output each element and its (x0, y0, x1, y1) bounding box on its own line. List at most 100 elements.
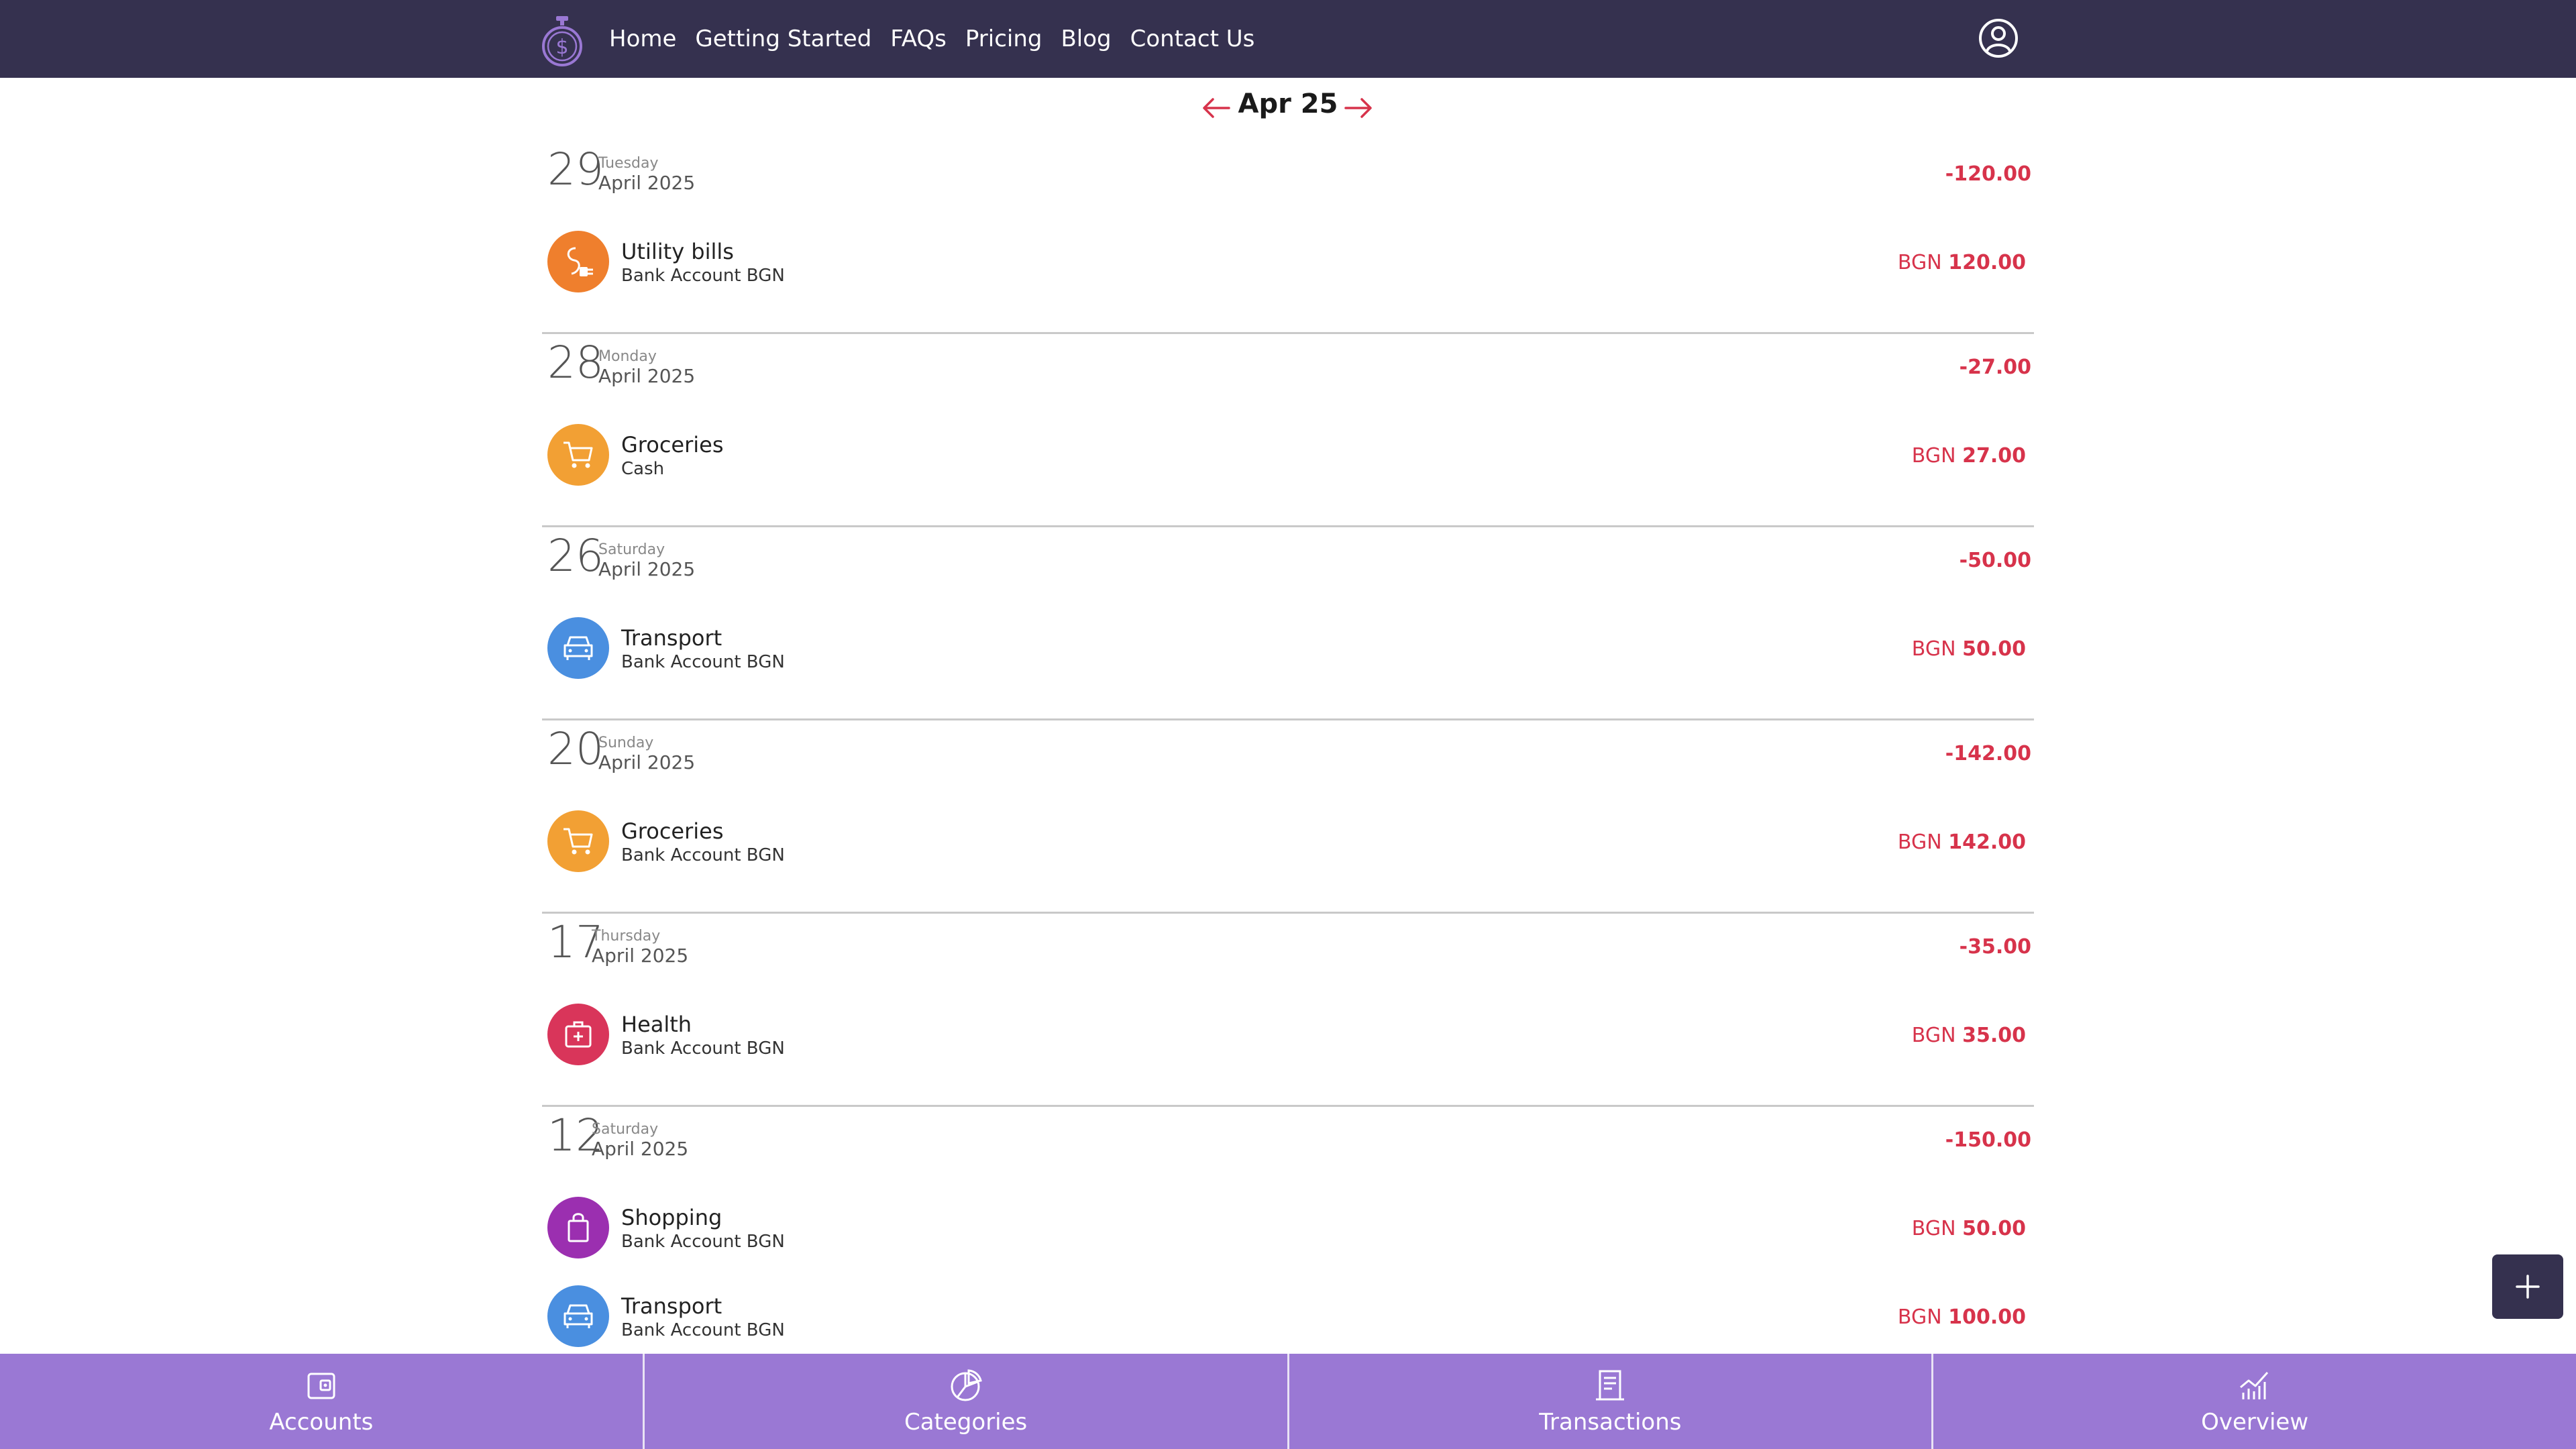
day-header: 20 Sunday April 2025 -142.00 (547, 720, 2031, 794)
category-name: Groceries (621, 432, 724, 458)
currency-code: BGN (1911, 1024, 1956, 1047)
amount-value: 50.00 (1962, 1217, 2026, 1240)
account-name: Bank Account BGN (621, 652, 785, 672)
day-number: 26 (547, 530, 604, 582)
user-circle-icon[interactable] (1978, 17, 2019, 59)
transaction-row[interactable]: Groceries Bank Account BGN BGN 142.00 (547, 806, 2031, 879)
day-total: -27.00 (1959, 356, 2031, 379)
amount-value: 27.00 (1962, 444, 2026, 468)
current-month-label: Apr 25 (1238, 89, 1338, 119)
weekday-label: Saturday (598, 541, 665, 558)
currency-code: BGN (1911, 444, 1956, 468)
line-chart-icon (2240, 1371, 2269, 1399)
stopwatch-dollar-icon[interactable]: $ (540, 15, 584, 68)
main-nav: Home Getting Started FAQs Pricing Blog C… (609, 0, 1254, 78)
transaction-list: 29 Tuesday April 2025 -120.00 Utility bi… (542, 141, 2034, 1347)
transaction-row[interactable]: Groceries Cash BGN 27.00 (547, 420, 2031, 492)
receipt-icon (1596, 1370, 1625, 1401)
bottom-nav-transactions[interactable]: Transactions (1289, 1354, 1934, 1449)
day-group: 28 Monday April 2025 -27.00 Groceries Ca… (542, 334, 2034, 527)
day-header: 29 Tuesday April 2025 -120.00 (547, 141, 2031, 215)
day-meta: Thursday April 2025 (592, 928, 688, 967)
day-meta: Saturday April 2025 (598, 541, 696, 581)
transaction-row[interactable]: Transport Bank Account BGN BGN 50.00 (547, 613, 2031, 686)
currency-code: BGN (1911, 1217, 1956, 1240)
nav-link-home[interactable]: Home (609, 25, 676, 52)
transaction-amount: BGN 35.00 (1912, 1024, 2026, 1047)
day-number: 29 (547, 144, 604, 195)
account-name: Bank Account BGN (621, 1038, 785, 1059)
day-group: 26 Saturday April 2025 -50.00 Transport … (542, 527, 2034, 720)
transaction-row[interactable]: Shopping Bank Account BGN BGN 50.00 (547, 1193, 2031, 1265)
first-aid-icon (547, 1004, 609, 1065)
nav-link-blog[interactable]: Blog (1061, 25, 1111, 52)
add-transaction-button[interactable] (2492, 1254, 2563, 1319)
transaction-amount: BGN 142.00 (1898, 830, 2026, 854)
day-group: 20 Sunday April 2025 -142.00 Groceries B… (542, 720, 2034, 914)
account-name: Bank Account BGN (621, 1320, 785, 1340)
amount-value: 35.00 (1962, 1024, 2026, 1047)
transaction-row[interactable]: Health Bank Account BGN BGN 35.00 (547, 1000, 2031, 1072)
transaction-amount: BGN 50.00 (1912, 1217, 2026, 1240)
currency-code: BGN (1911, 637, 1956, 661)
day-group: 29 Tuesday April 2025 -120.00 Utility bi… (542, 141, 2034, 334)
cart-icon (547, 424, 609, 486)
month-year-label: April 2025 (592, 1138, 689, 1161)
pie-chart-icon (951, 1369, 982, 1401)
amount-value: 100.00 (1948, 1305, 2026, 1329)
plus-icon (2516, 1275, 2540, 1299)
currency-code: BGN (1897, 830, 1942, 854)
arrow-left-icon[interactable] (1199, 93, 1233, 123)
bottom-nav-label: Accounts (269, 1409, 374, 1436)
day-meta: Monday April 2025 (598, 348, 696, 388)
transaction-amount: BGN 50.00 (1912, 637, 2026, 661)
shopping-bag-icon (547, 1197, 609, 1258)
weekday-label: Monday (598, 348, 657, 365)
transaction-amount: BGN 100.00 (1898, 1305, 2026, 1329)
svg-text:$: $ (555, 36, 568, 59)
month-year-label: April 2025 (598, 365, 696, 388)
nav-link-pricing[interactable]: Pricing (965, 25, 1042, 52)
day-header: 17 Thursday April 2025 -35.00 (547, 914, 2031, 987)
car-icon (547, 1285, 609, 1347)
nav-link-getting-started[interactable]: Getting Started (695, 25, 871, 52)
bottom-nav: Accounts Categories Transactions Overvie… (0, 1354, 2576, 1449)
transaction-row[interactable]: Utility bills Bank Account BGN BGN 120.0… (547, 227, 2031, 299)
bottom-nav-accounts[interactable]: Accounts (0, 1354, 645, 1449)
nav-link-contact-us[interactable]: Contact Us (1130, 25, 1255, 52)
account-name: Bank Account BGN (621, 266, 785, 286)
day-total: -142.00 (1945, 742, 2031, 765)
month-selector: Apr 25 (0, 87, 2576, 131)
month-year-label: April 2025 (592, 945, 689, 967)
transaction-amount: BGN 27.00 (1912, 444, 2026, 468)
day-header: 26 Saturday April 2025 -50.00 (547, 527, 2031, 601)
account-name: Bank Account BGN (621, 1232, 785, 1252)
arrow-right-icon[interactable] (1342, 93, 1375, 123)
month-year-label: April 2025 (598, 558, 696, 581)
day-total: -50.00 (1959, 549, 2031, 572)
transaction-amount: BGN 120.00 (1898, 251, 2026, 274)
cart-icon (547, 810, 609, 872)
day-total: -35.00 (1959, 935, 2031, 959)
category-name: Transport (621, 625, 722, 651)
day-number: 28 (547, 337, 604, 388)
bottom-nav-overview[interactable]: Overview (1933, 1354, 2576, 1449)
day-header: 12 Saturday April 2025 -150.00 (547, 1107, 2031, 1181)
day-group: 12 Saturday April 2025 -150.00 Shopping … (542, 1107, 2034, 1347)
bottom-nav-label: Transactions (1539, 1409, 1682, 1436)
amount-value: 120.00 (1948, 251, 2026, 274)
account-name: Cash (621, 459, 665, 479)
month-year-label: April 2025 (598, 172, 696, 195)
bottom-nav-label: Overview (2201, 1409, 2309, 1436)
day-meta: Sunday April 2025 (598, 735, 695, 774)
day-group: 17 Thursday April 2025 -35.00 Health Ban… (542, 914, 2034, 1107)
weekday-label: Tuesday (598, 155, 659, 172)
day-header: 28 Monday April 2025 -27.00 (547, 334, 2031, 408)
account-name: Bank Account BGN (621, 845, 785, 865)
transaction-row[interactable]: Transport Bank Account BGN BGN 100.00 (547, 1281, 2031, 1354)
bottom-nav-categories[interactable]: Categories (645, 1354, 1289, 1449)
nav-link-faqs[interactable]: FAQs (890, 25, 947, 52)
category-name: Shopping (621, 1205, 722, 1230)
car-icon (547, 617, 609, 679)
amount-value: 142.00 (1948, 830, 2026, 854)
